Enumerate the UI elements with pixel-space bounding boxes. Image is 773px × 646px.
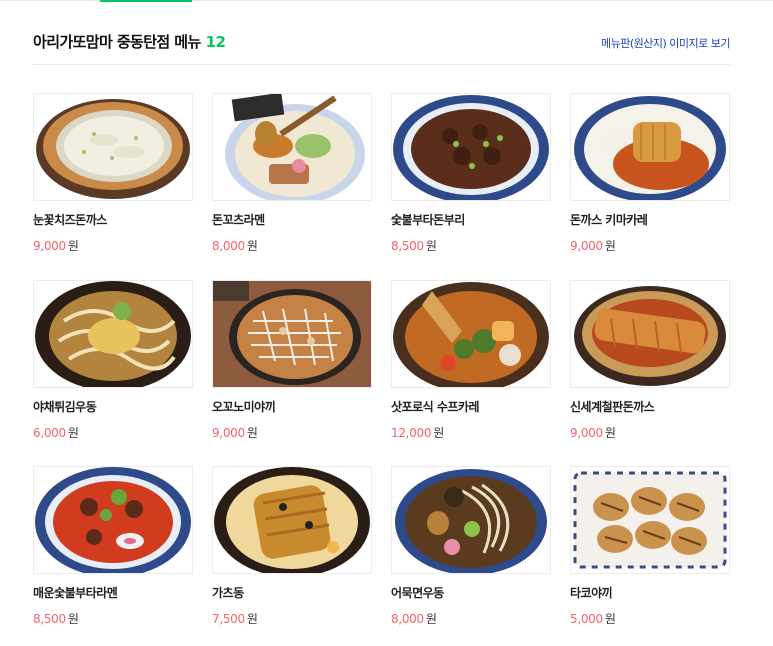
price-amount: 9,000 (33, 239, 66, 253)
menu-item-name: 어묵면우동 (391, 586, 444, 600)
dish-image-4[interactable] (570, 93, 730, 201)
currency-unit: 원 (246, 426, 258, 440)
menu-item-8[interactable]: 신세계철판돈까스 9,000 원 (570, 280, 730, 450)
menu-item-price: 6,000 원 (33, 424, 193, 441)
dish-image-12[interactable] (570, 466, 730, 574)
menu-item-name: 타코야끼 (570, 586, 613, 600)
menu-item-name: 숯불부타돈부리 (391, 213, 465, 227)
menu-count: 12 (205, 33, 226, 51)
price-amount: 9,000 (212, 426, 245, 440)
currency-unit: 원 (425, 239, 437, 253)
currency-unit: 원 (604, 426, 616, 440)
currency-unit: 원 (67, 612, 79, 626)
price-amount: 6,000 (33, 426, 66, 440)
page-title-text: 아리가또맘마 중동탄점 메뉴 (33, 33, 201, 51)
dish-image-9[interactable] (33, 466, 193, 574)
price-amount: 12,000 (391, 426, 432, 440)
price-amount: 8,500 (33, 612, 66, 626)
menu-item-price: 9,000 원 (33, 237, 193, 254)
menu-item-10[interactable]: 가츠동 7,500 원 (212, 466, 372, 636)
menu-item-name: 삿포로식 수프카레 (391, 400, 480, 414)
menu-item-price: 8,000 원 (212, 237, 372, 254)
price-amount: 8,500 (391, 239, 424, 253)
dish-image-6[interactable] (212, 280, 372, 388)
price-amount: 8,000 (391, 612, 424, 626)
dish-image-3[interactable] (391, 93, 551, 201)
currency-unit: 원 (425, 612, 437, 626)
menu-item-price: 8,500 원 (33, 610, 193, 627)
price-amount: 9,000 (570, 239, 603, 253)
currency-unit: 원 (604, 239, 616, 253)
active-tab-indicator (100, 0, 192, 2)
menu-item-3[interactable]: 숯불부타돈부리 8,500 원 (391, 93, 551, 263)
dish-image-7[interactable] (391, 280, 551, 388)
menu-item-price: 12,000 원 (391, 424, 551, 441)
menu-item-name: 돈꼬츠라멘 (212, 213, 265, 227)
menu-item-price: 9,000 원 (212, 424, 372, 441)
menu-item-price: 5,000 원 (570, 610, 730, 627)
menu-item-7[interactable]: 삿포로식 수프카레 12,000 원 (391, 280, 551, 450)
dish-image-10[interactable] (212, 466, 372, 574)
menu-item-price: 9,000 원 (570, 237, 730, 254)
menu-item-price: 8,500 원 (391, 237, 551, 254)
currency-unit: 원 (246, 612, 258, 626)
dish-image-8[interactable] (570, 280, 730, 388)
menu-item-price: 8,000 원 (391, 610, 551, 627)
menu-item-12[interactable]: 타코야끼 5,000 원 (570, 466, 730, 636)
price-amount: 5,000 (570, 612, 603, 626)
menu-item-2[interactable]: 돈꼬츠라멘 8,000 원 (212, 93, 372, 263)
menu-item-4[interactable]: 돈까스 키마카레 9,000 원 (570, 93, 730, 263)
header-divider (33, 64, 730, 65)
menu-header: 아리가또맘마 중동탄점 메뉴 12 메뉴판(원산지) 이미지로 보기 (33, 31, 731, 53)
menu-item-name: 돈까스 키마카레 (570, 213, 648, 227)
menu-item-6[interactable]: 오꼬노미야끼 9,000 원 (212, 280, 372, 450)
currency-unit: 원 (67, 239, 79, 253)
menu-image-link[interactable]: 메뉴판(원산지) 이미지로 보기 (601, 35, 731, 51)
page-title: 아리가또맘마 중동탄점 메뉴 12 (33, 31, 226, 52)
currency-unit: 원 (604, 612, 616, 626)
price-amount: 8,000 (212, 239, 245, 253)
menu-item-name: 야채튀김우동 (33, 400, 97, 414)
menu-item-11[interactable]: 어묵면우동 8,000 원 (391, 466, 551, 636)
currency-unit: 원 (246, 239, 258, 253)
price-amount: 7,500 (212, 612, 245, 626)
menu-item-name: 가츠동 (212, 586, 244, 600)
dish-image-11[interactable] (391, 466, 551, 574)
price-amount: 9,000 (570, 426, 603, 440)
menu-item-5[interactable]: 야채튀김우동 6,000 원 (33, 280, 193, 450)
menu-item-name: 신세계철판돈까스 (570, 400, 655, 414)
menu-item-1[interactable]: 눈꽃치즈돈까스 9,000 원 (33, 93, 193, 263)
currency-unit: 원 (433, 426, 444, 440)
menu-item-price: 9,000 원 (570, 424, 730, 441)
menu-item-name: 오꼬노미야끼 (212, 400, 276, 414)
menu-item-9[interactable]: 매운숯불부타라멘 8,500 원 (33, 466, 193, 636)
dish-image-5[interactable] (33, 280, 193, 388)
dish-image-1[interactable] (33, 93, 193, 201)
currency-unit: 원 (67, 426, 79, 440)
menu-item-name: 매운숯불부타라멘 (33, 586, 118, 600)
menu-item-price: 7,500 원 (212, 610, 372, 627)
dish-image-2[interactable] (212, 93, 372, 201)
menu-item-name: 눈꽃치즈돈까스 (33, 213, 107, 227)
